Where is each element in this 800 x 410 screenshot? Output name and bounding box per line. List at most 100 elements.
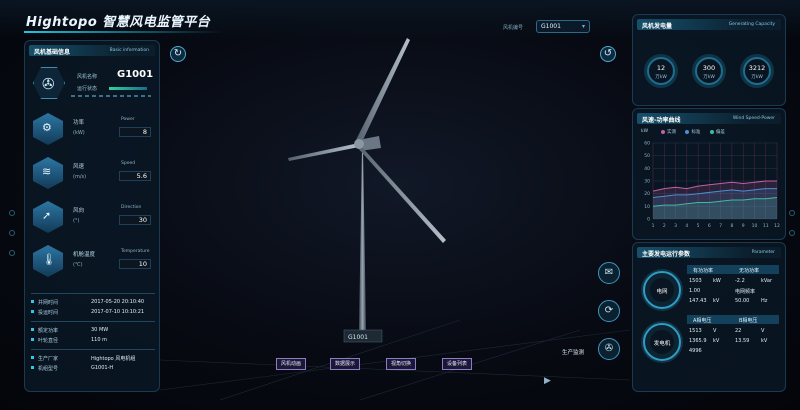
bullet — [31, 338, 34, 341]
panel-header: 风机基础信息 Basic information — [29, 45, 155, 56]
turbine-blade — [288, 143, 359, 161]
turbine-info-panel: 风机基础信息 Basic information ✇ 风机名称 G1001 运行… — [24, 40, 160, 392]
btn-view[interactable]: 视角切换 — [386, 358, 416, 370]
ring-label: 发电机 — [653, 341, 671, 347]
capacity-gauge-2: 300 万kW — [695, 57, 723, 85]
metric-label: 风速 — [73, 164, 85, 170]
ring-label: 电网 — [656, 289, 668, 295]
app-title: Hightopo 智慧风电监管平台 — [26, 15, 211, 30]
reset-view-icon[interactable]: ↺ — [600, 46, 616, 62]
play-icon[interactable]: ▶ — [544, 376, 551, 386]
info-key: 并网时间 — [38, 300, 59, 306]
x-tick-label: 11 — [763, 223, 769, 229]
metric-badge: ≋ — [33, 157, 63, 189]
y-tick-label: 30 — [644, 179, 650, 185]
production-label: 生产监测 — [562, 350, 585, 356]
bullet — [31, 328, 34, 331]
legend-item[interactable]: 实测 — [661, 129, 676, 135]
table-row: 1503 kW -2.2 kVar — [687, 276, 779, 285]
metric-unit: (kW) — [73, 130, 85, 136]
compass-icon: ➚ — [42, 209, 52, 222]
legend-item[interactable]: 标准 — [685, 129, 700, 135]
table-cell: kVar — [761, 278, 773, 284]
info-group-maker: 生产厂家 Hightopo 风电机组机组型号 G1001-H — [31, 353, 155, 373]
btn-animation[interactable]: 风机动画 — [276, 358, 306, 370]
bullet — [31, 300, 34, 303]
x-tick-label: 9 — [742, 223, 745, 229]
rail-dot — [789, 210, 795, 216]
fan-icon: ✇ — [42, 75, 55, 93]
run-parameter-panel: 主要发电运行参数 Parameter 电网 发电机 有功功率 无功功率 1503 kW… — [632, 242, 786, 392]
run-status-label: 运行状态 — [77, 86, 98, 92]
metric-unit: (°) — [73, 218, 80, 224]
table-header-cell: B相电压 — [739, 318, 758, 324]
gauge-unit: 万kW — [751, 75, 763, 80]
x-tick-label: 6 — [708, 223, 711, 229]
table-cell: kW — [713, 278, 721, 284]
table-cell: 50.00 — [735, 298, 750, 304]
table-cell: 147.43 — [689, 298, 707, 304]
info-key: 机组型号 — [38, 366, 59, 372]
table-cell: 1513 — [689, 328, 702, 334]
legend-item[interactable]: 偏差 — [709, 129, 725, 135]
btn-device-list[interactable]: 设备列表 — [442, 358, 472, 370]
info-row: 额定功率 30 MW — [31, 325, 155, 335]
x-tick-label: 12 — [774, 223, 780, 229]
capacity-gauge-3: 3212 万kW — [743, 57, 771, 85]
turbine-hub — [354, 139, 364, 149]
table-cell: 4996 — [689, 348, 702, 354]
rotate-view-icon[interactable]: ↻ — [170, 46, 186, 62]
refresh-icon[interactable]: ⟳ — [598, 300, 620, 322]
info-key: 投运时间 — [38, 310, 59, 316]
wind-icon: ≋ — [42, 165, 52, 178]
table-header-cell: 无功功率 — [739, 268, 760, 274]
email-icon[interactable]: ✉ — [598, 262, 620, 284]
table-header-cell: A相电压 — [693, 318, 712, 324]
decorative-strip — [71, 95, 151, 97]
base-label: G1001 — [348, 334, 368, 341]
gauge-unit: 万kW — [703, 75, 715, 80]
info-key: 生产厂家 — [38, 356, 59, 362]
run-status-bar — [109, 87, 147, 90]
x-tick-label: 4 — [685, 223, 688, 229]
power-icon: ⚙ — [42, 121, 52, 134]
panel-subtitle: Generating Capacity — [728, 22, 775, 27]
fan-control-icon[interactable]: ✇ — [598, 338, 620, 360]
y-axis-unit: kW — [641, 129, 649, 134]
y-tick-label: 10 — [644, 204, 650, 210]
bullet — [31, 310, 34, 313]
capacity-gauge-1: 12 万kW — [647, 57, 675, 85]
grid-ring: 电网 — [643, 271, 681, 309]
metric-label: 功率 — [73, 120, 85, 126]
info-value: 2017-05-20 20:10:40 — [91, 299, 145, 305]
metric-badge: ➚ — [33, 201, 63, 233]
turbine-3d-view[interactable]: G1001 — [160, 30, 630, 400]
generating-capacity-panel: 风机发电量 Generating Capacity 12 万kW 300 万kW… — [632, 14, 786, 106]
metric-label-en: Speed — [121, 161, 136, 166]
x-tick-label: 3 — [674, 223, 677, 229]
info-value: G1001-H — [91, 365, 114, 371]
info-row: 生产厂家 Hightopo 风电机组 — [31, 353, 155, 363]
turbine-emblem: ✇ — [33, 67, 65, 99]
metric-block: ➚ 风向 (°) Direction 30 — [31, 199, 155, 237]
table-cell: 电网频率 — [735, 289, 756, 295]
metric-label-en: Direction — [121, 205, 142, 210]
turbine-blade — [357, 146, 446, 243]
panel-title: 主要发电运行参数 — [642, 251, 691, 258]
x-tick-label: 7 — [719, 223, 722, 229]
btn-data[interactable]: 数据展示 — [330, 358, 360, 370]
table-cell: 22 — [735, 328, 742, 334]
gauge-value: 3212 — [748, 64, 766, 72]
gauge-unit: 万kW — [655, 75, 667, 80]
panel-header: 风速-功率曲线 Wind Speed-Power — [637, 113, 781, 124]
metric-block: ⚙ 功率 (kW) Power 8 — [31, 111, 155, 149]
panel-header: 风机发电量 Generating Capacity — [637, 19, 781, 30]
wind-power-curve-panel: 风速-功率曲线 Wind Speed-Power kW 实测 标准 偏差 0 10… — [632, 108, 786, 240]
left-rail — [8, 60, 16, 360]
dashboard-frame: Hightopo 智慧风电监管平台 风机编号 G1001 ▾ 风机基础信息 Ba… — [0, 0, 800, 410]
info-key: 叶轮直径 — [38, 338, 59, 344]
table-cell: kV — [713, 338, 720, 344]
table-header: A相电压 B相电压 — [687, 315, 779, 324]
info-value: 30 MW — [91, 327, 109, 333]
divider — [31, 349, 155, 350]
